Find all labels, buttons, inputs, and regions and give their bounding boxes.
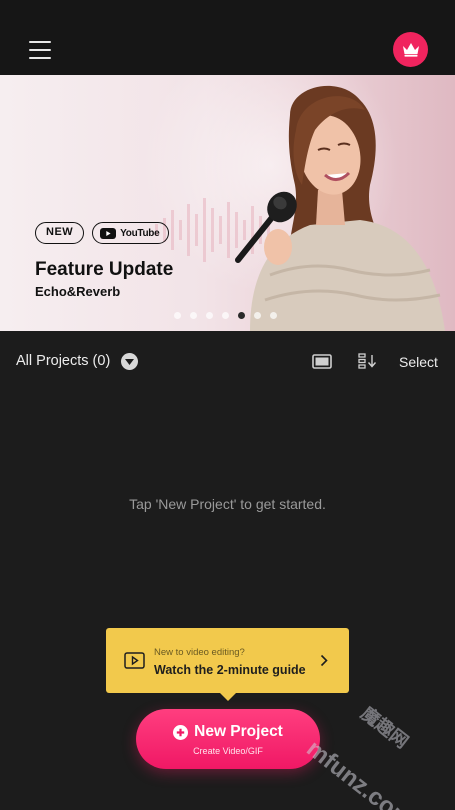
banner-badges: NEW YouTube: [35, 222, 170, 244]
new-project-sublabel: Create Video/GIF: [193, 746, 263, 756]
projects-header: All Projects (0) Select: [0, 345, 455, 381]
new-project-label: New Project: [194, 723, 283, 740]
video-guide-banner[interactable]: New to video editing? Watch the 2-minute…: [106, 628, 349, 701]
guide-title-text: Watch the 2-minute guide: [154, 663, 306, 677]
youtube-label: YouTube: [120, 227, 160, 239]
empty-projects-message: Tap 'New Project' to get started.: [129, 496, 326, 512]
new-project-button[interactable]: New Project Create Video/GIF: [136, 709, 320, 769]
hamburger-menu-icon[interactable]: [28, 38, 52, 62]
plus-circle-icon: [173, 724, 189, 740]
watermark-cn: 魔趣网: [357, 703, 413, 753]
crown-icon: [402, 43, 419, 57]
banner-pagination: [174, 312, 277, 319]
pagination-dot[interactable]: [206, 312, 213, 319]
pagination-dot[interactable]: [190, 312, 197, 319]
youtube-badge: YouTube: [92, 222, 170, 244]
chevron-down-icon[interactable]: [121, 353, 138, 370]
new-project-row: New Project: [136, 723, 320, 741]
top-app-bar: [0, 0, 455, 75]
pagination-dot[interactable]: [174, 312, 181, 319]
pagination-dot[interactable]: [270, 312, 277, 319]
youtube-play-icon: [100, 227, 117, 239]
new-badge: NEW: [35, 222, 85, 244]
chevron-right-icon: [320, 654, 328, 667]
select-button[interactable]: Select: [399, 354, 438, 370]
singer-illustration: [235, 85, 445, 331]
banner-title: Feature Update: [35, 259, 174, 280]
guide-hint-text: New to video editing?: [154, 647, 245, 658]
premium-crown-button[interactable]: [393, 32, 428, 67]
pagination-dot-active[interactable]: [238, 312, 245, 319]
play-video-icon: [124, 652, 145, 669]
banner-subtitle: Echo&Reverb: [35, 284, 121, 299]
pagination-dot[interactable]: [222, 312, 229, 319]
grid-view-icon[interactable]: [312, 354, 332, 369]
all-projects-title[interactable]: All Projects (0): [16, 353, 110, 369]
pagination-dot[interactable]: [254, 312, 261, 319]
sort-icon[interactable]: [358, 353, 378, 369]
feature-banner[interactable]: NEW YouTube Feature Update Echo&Reverb: [0, 75, 455, 331]
